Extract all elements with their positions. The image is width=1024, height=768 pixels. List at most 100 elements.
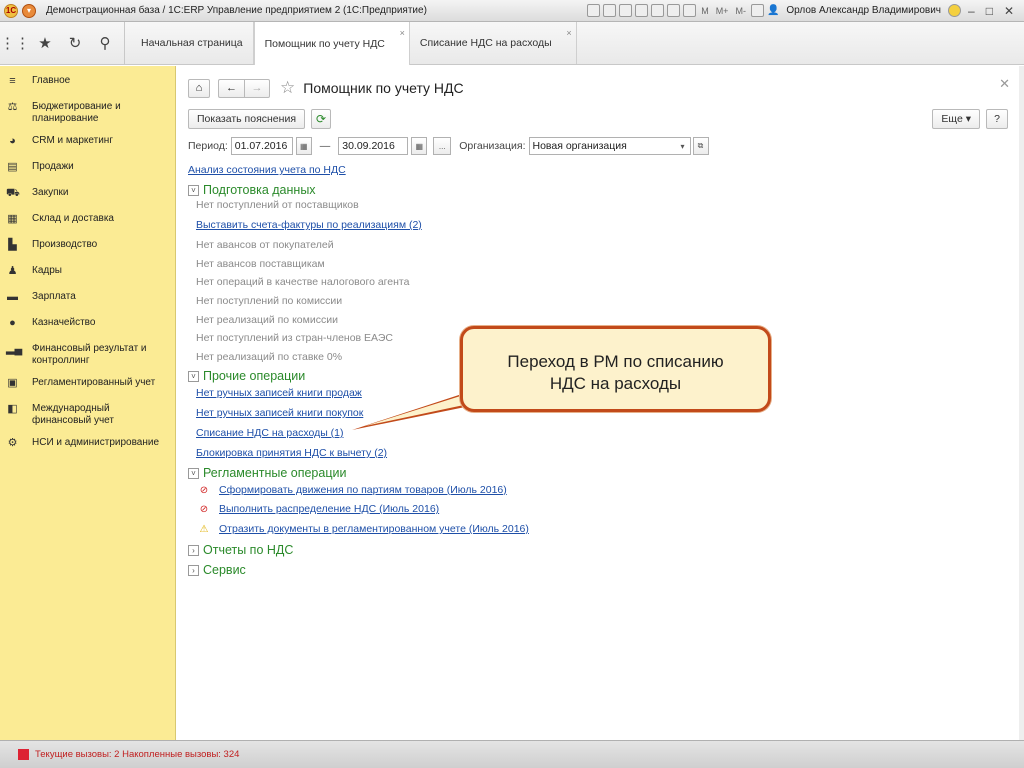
calendar-icon[interactable]: ▦ bbox=[411, 137, 428, 155]
user-name[interactable]: Орлов Александр Владимирович bbox=[786, 5, 941, 16]
tab-vat-writeoff[interactable]: Списание НДС на расходы × bbox=[410, 22, 577, 64]
collapse-icon[interactable]: ˅ bbox=[188, 467, 199, 479]
collapse-icon[interactable]: ˅ bbox=[188, 184, 199, 196]
maximize-icon[interactable]: □ bbox=[982, 4, 997, 18]
close-window-icon[interactable]: ✕ bbox=[1000, 4, 1018, 18]
back-button[interactable]: ← bbox=[218, 78, 244, 98]
more-button[interactable]: Еще ▾ bbox=[932, 109, 980, 129]
sidebar-item-regulated-accounting[interactable]: ▣ Регламентированный учет bbox=[0, 372, 175, 398]
search-icon[interactable]: ⚲ bbox=[90, 22, 120, 64]
memory-m-minus[interactable]: M- bbox=[733, 6, 748, 16]
factory-icon: ▙ bbox=[8, 239, 17, 251]
sidebar-item-label: CRM и маркетинг bbox=[32, 135, 113, 146]
organization-label: Организация: bbox=[459, 140, 526, 152]
organization-field[interactable]: Новая организация bbox=[528, 137, 691, 155]
tab-home[interactable]: Начальная страница bbox=[131, 22, 254, 64]
group-service[interactable]: › Сервис bbox=[188, 563, 246, 577]
calendar-icon[interactable] bbox=[667, 4, 681, 17]
sidebar-item-label: Международный финансовый учет bbox=[32, 403, 114, 426]
sidebar-item-payroll[interactable]: ▬ Зарплата bbox=[0, 286, 175, 312]
calculator-icon[interactable] bbox=[683, 4, 697, 17]
minimize-icon[interactable]: – bbox=[964, 4, 979, 18]
group-other-operations[interactable]: ˅ Прочие операции bbox=[188, 369, 305, 383]
close-form-icon[interactable]: ✕ bbox=[999, 76, 1010, 92]
star-icon[interactable] bbox=[635, 4, 649, 17]
favorite-star-icon[interactable]: ☆ bbox=[280, 78, 295, 98]
reflect-documents-link[interactable]: Отразить документы в регламентированном … bbox=[219, 523, 529, 535]
expand-icon[interactable]: › bbox=[188, 544, 199, 556]
main-menu-button[interactable]: ▾ bbox=[22, 3, 36, 18]
calendar-icon[interactable]: ▦ bbox=[295, 137, 312, 155]
purchase-book-link[interactable]: Нет ручных записей книги покупок bbox=[196, 407, 363, 419]
close-tab-icon[interactable]: × bbox=[400, 28, 405, 38]
goods-batches-link[interactable]: Сформировать движения по партиям товаров… bbox=[219, 484, 507, 496]
list-item: Нет поступлений от поставщиков bbox=[196, 199, 359, 211]
memory-m-plus[interactable]: M+ bbox=[714, 6, 731, 16]
help-button[interactable]: ? bbox=[986, 109, 1008, 129]
window-icon[interactable] bbox=[750, 4, 764, 17]
server-calls-text[interactable]: Текущие вызовы: 2 Накопленные вызовы: 32… bbox=[35, 749, 239, 760]
forward-button[interactable]: → bbox=[244, 78, 270, 98]
tab-vat-assistant[interactable]: Помощник по учету НДС × bbox=[253, 22, 410, 65]
error-icon: ⊘ bbox=[199, 484, 209, 496]
sales-book-link[interactable]: Нет ручных записей книги продаж bbox=[196, 387, 362, 399]
sidebar-item-ifrs[interactable]: ◧ Международный финансовый учет bbox=[0, 398, 175, 432]
sidebar-item-label: Бюджетирование и планирование bbox=[32, 101, 121, 124]
sidebar-item-admin[interactable]: ⚙ НСИ и администрирование bbox=[0, 432, 175, 462]
history-icon[interactable]: ↻ bbox=[60, 22, 90, 64]
budget-icon: ⚖ bbox=[7, 101, 18, 113]
vat-distribution-link[interactable]: Выполнить распределение НДС (Июль 2016) bbox=[219, 503, 439, 515]
expand-icon[interactable]: › bbox=[188, 564, 199, 576]
link-icon[interactable] bbox=[651, 4, 665, 17]
annotation-callout: Переход в РМ по списанию НДС на расходы bbox=[460, 326, 771, 412]
list-item: Нет авансов поставщикам bbox=[196, 258, 325, 270]
group-vat-reports[interactable]: › Отчеты по НДС bbox=[188, 543, 293, 557]
show-hints-button[interactable]: Показать пояснения bbox=[188, 109, 306, 129]
memory-m[interactable]: M bbox=[699, 6, 711, 16]
favorites-star-icon[interactable]: ★ bbox=[30, 22, 60, 64]
open-icon[interactable]: ⧉ bbox=[692, 137, 709, 155]
group-data-prep[interactable]: ˅ Подготовка данных bbox=[188, 183, 316, 197]
grid-icon[interactable] bbox=[587, 4, 601, 17]
period-from-field[interactable]: 01.07.2016 bbox=[230, 137, 293, 155]
sidebar-item-treasury[interactable]: ● Казначейство bbox=[0, 312, 175, 338]
group-regulated-operations[interactable]: ˅ Регламентные операции bbox=[188, 466, 346, 480]
sidebar-item-hr[interactable]: ♟ Кадры bbox=[0, 260, 175, 286]
refresh-button[interactable]: ⟳ bbox=[311, 109, 332, 129]
apps-grid-icon[interactable]: ⋮⋮ bbox=[0, 22, 30, 64]
vat-writeoff-link[interactable]: Списание НДС на расходы (1) bbox=[196, 427, 344, 439]
preview-icon[interactable] bbox=[619, 4, 633, 17]
sidebar-item-purchases[interactable]: ⛟ Закупки bbox=[0, 182, 175, 208]
sidebar-item-budgeting[interactable]: ⚖ Бюджетирование и планирование bbox=[0, 96, 175, 130]
period-select-button[interactable]: ... bbox=[433, 137, 452, 155]
page-header: ⌂ ← → ☆ Помощник по учету НДС bbox=[188, 78, 464, 98]
sidebar-item-warehouse[interactable]: ▦ Склад и доставка bbox=[0, 208, 175, 234]
sidebar-item-label: Продажи bbox=[32, 161, 74, 172]
close-tab-icon[interactable]: × bbox=[566, 28, 571, 38]
sidebar-item-financial-result[interactable]: ▂▄ Финансовый результат и контроллинг bbox=[0, 338, 175, 372]
print-icon[interactable] bbox=[603, 4, 617, 17]
sidebar-item-main[interactable]: ≡ Главное bbox=[0, 70, 175, 96]
home-button[interactable]: ⌂ bbox=[188, 78, 210, 98]
sidebar-item-label: Финансовый результат и контроллинг bbox=[32, 343, 147, 366]
sidebar-item-production[interactable]: ▙ Производство bbox=[0, 234, 175, 260]
issue-invoices-link[interactable]: Выставить счета-фактуры по реализациям (… bbox=[196, 219, 422, 231]
collapse-icon[interactable]: ˅ bbox=[188, 370, 199, 382]
period-to-field[interactable]: 30.09.2016 bbox=[338, 137, 409, 155]
vertical-scrollbar[interactable] bbox=[1019, 66, 1024, 740]
page-title: Помощник по учету НДС bbox=[303, 80, 464, 96]
warehouse-icon: ▦ bbox=[7, 213, 18, 225]
command-bar: Показать пояснения ⟳ bbox=[188, 109, 332, 129]
group-title: Подготовка данных bbox=[203, 183, 316, 197]
chevron-down-icon[interactable]: ▾ bbox=[675, 137, 691, 155]
vat-analysis-link[interactable]: Анализ состояния учета по НДС bbox=[188, 164, 346, 176]
vat-block-link[interactable]: Блокировка принятия НДС к вычету (2) bbox=[196, 447, 387, 459]
crm-icon: ◕ bbox=[9, 135, 16, 147]
toolbar-divider bbox=[124, 22, 125, 64]
info-icon[interactable] bbox=[948, 4, 961, 17]
sidebar-item-crm[interactable]: ◕ CRM и маркетинг bbox=[0, 130, 175, 156]
list-item: ⊘ Выполнить распределение НДС (Июль 2016… bbox=[197, 503, 439, 515]
sidebar-item-sales[interactable]: ▤ Продажи bbox=[0, 156, 175, 182]
group-title: Регламентные операции bbox=[203, 466, 347, 480]
tab-label: Списание НДС на расходы bbox=[419, 37, 552, 49]
